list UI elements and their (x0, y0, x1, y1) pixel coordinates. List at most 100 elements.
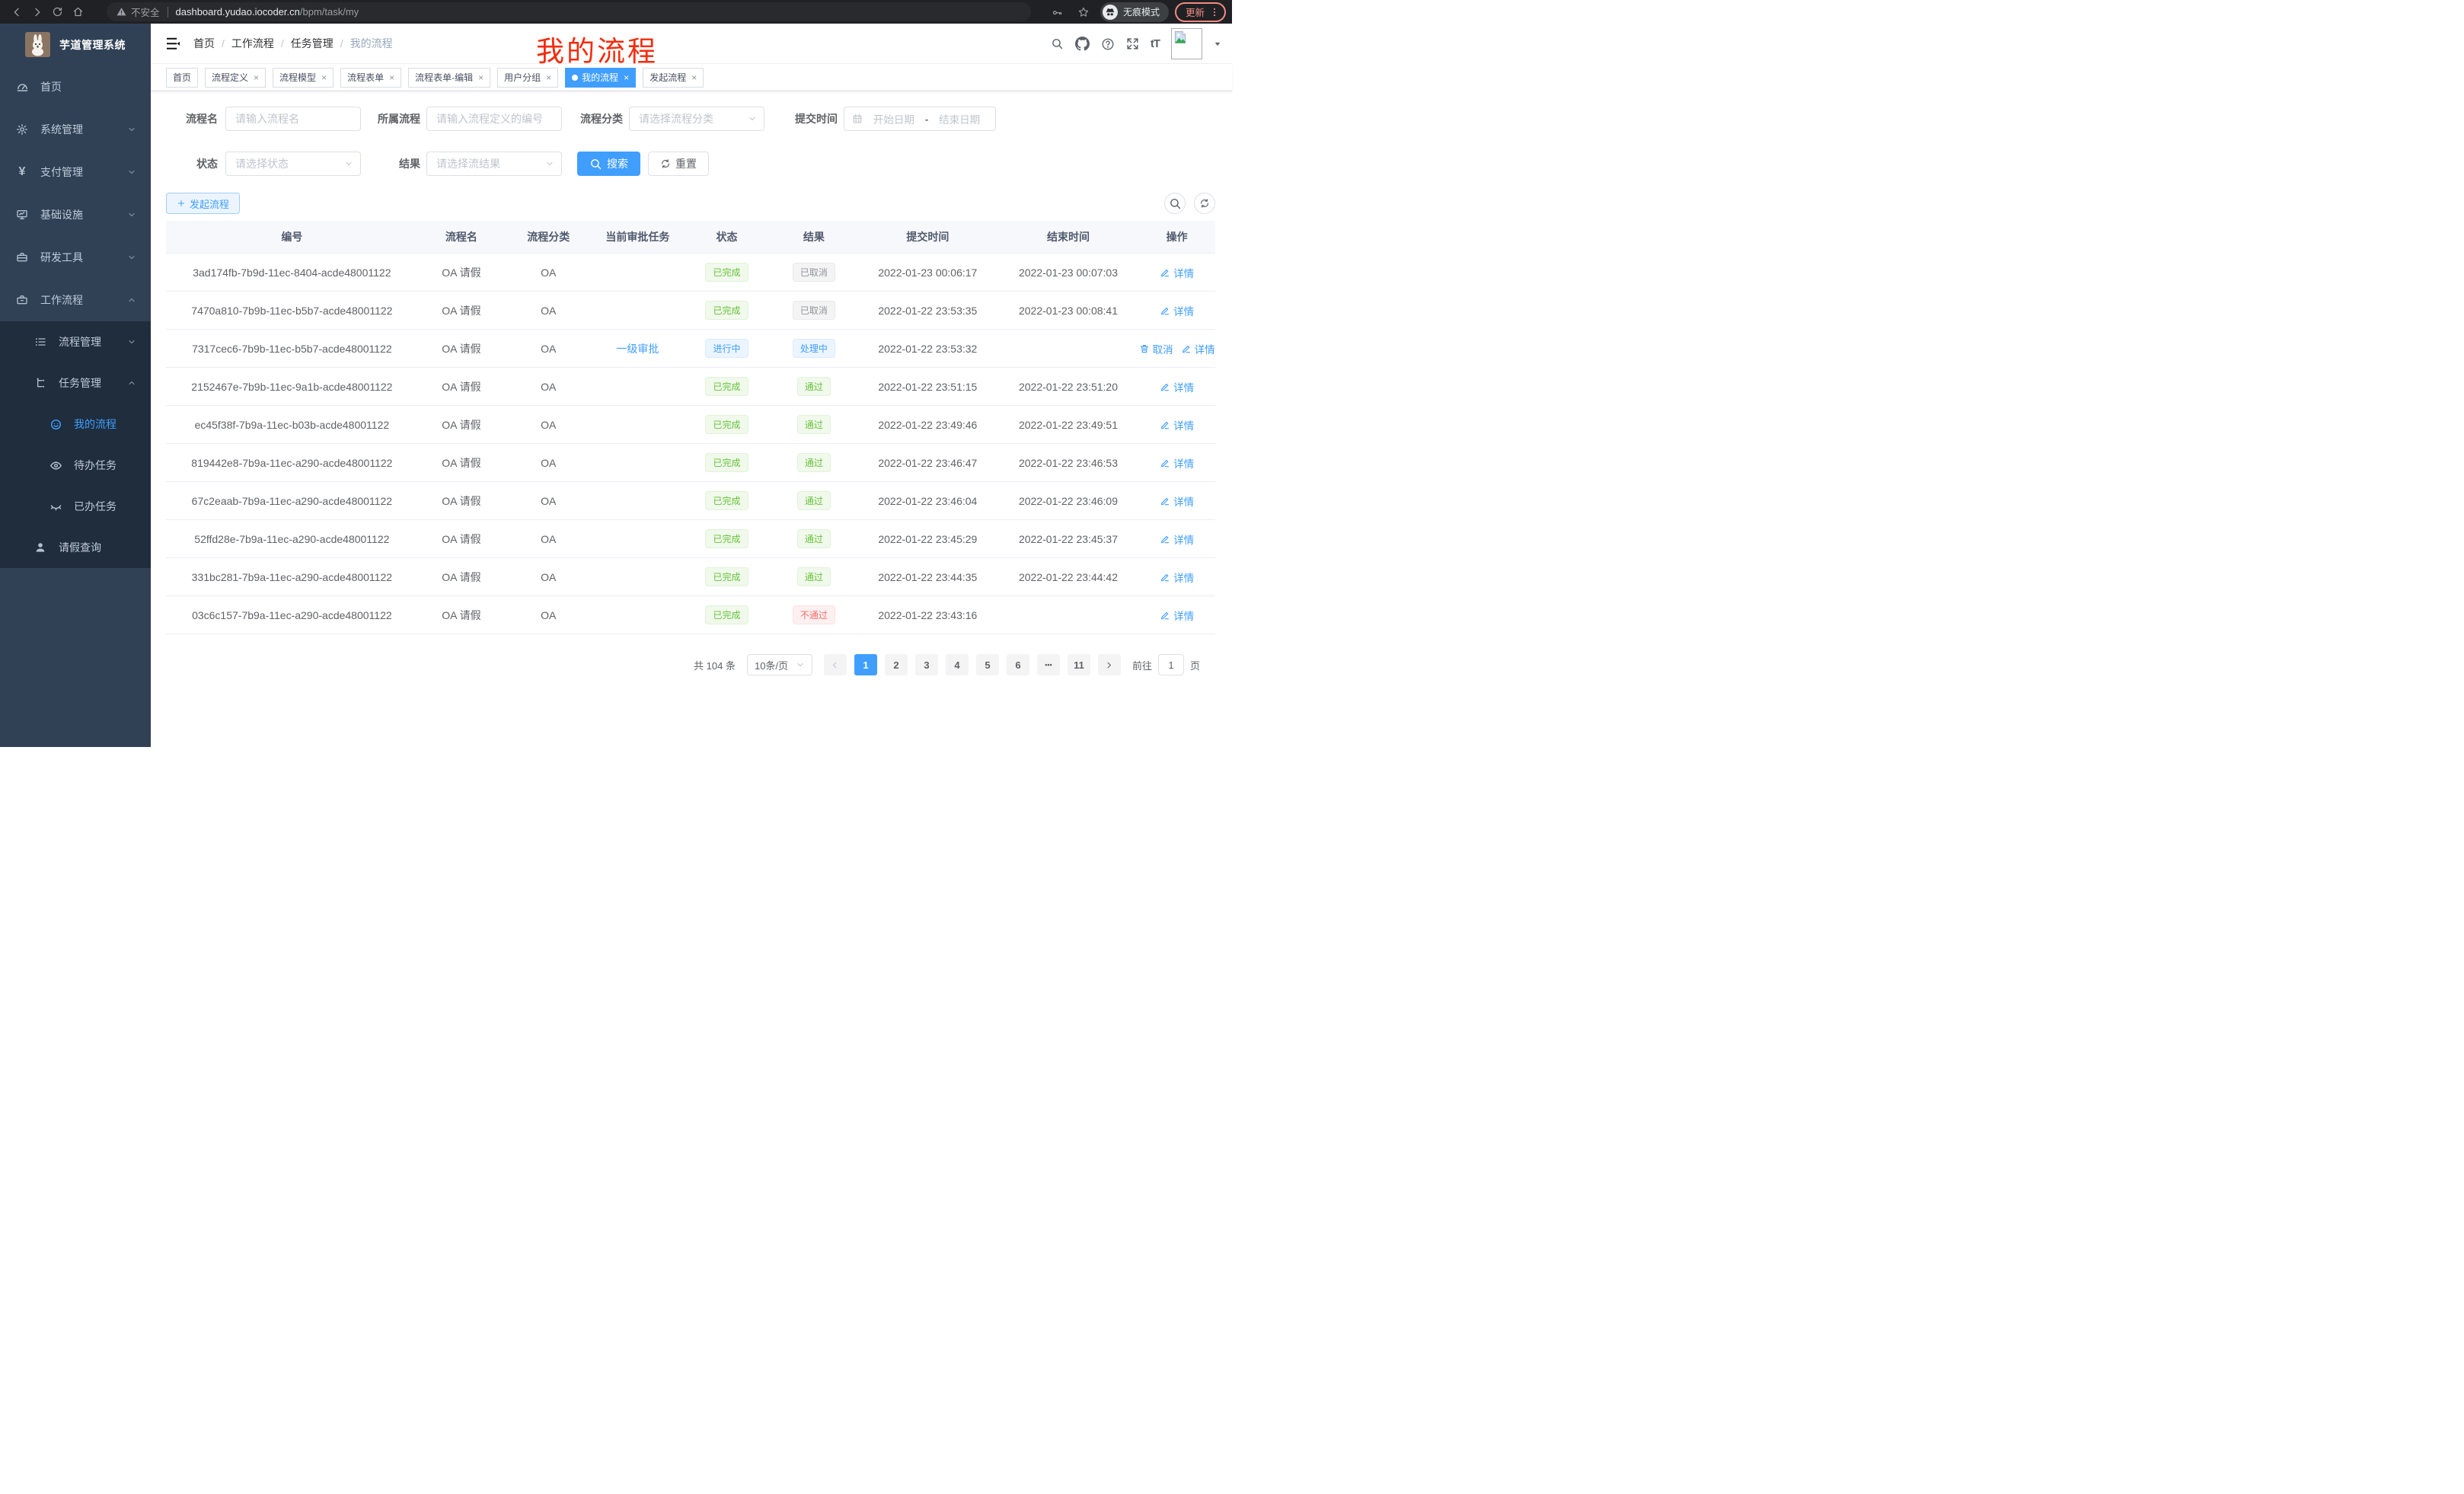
tab-start-process[interactable]: 发起流程× (643, 68, 704, 88)
submit-time: 2022-01-22 23:45:29 (857, 533, 998, 545)
close-icon[interactable]: × (254, 73, 259, 82)
tab-process-form[interactable]: 流程表单× (340, 68, 401, 88)
close-icon[interactable]: × (389, 73, 394, 82)
sidebar-item-leave-query[interactable]: 请假查询 (0, 527, 151, 568)
sidebar-item-infrastructure[interactable]: 基础设施 (0, 193, 151, 236)
page-button-3[interactable]: 3 (915, 654, 938, 675)
close-icon[interactable]: × (624, 73, 629, 82)
process-name: OA 请假 (418, 303, 505, 318)
status-select[interactable] (225, 152, 361, 176)
more-pages-button[interactable]: ••• (1037, 654, 1060, 675)
browser-forward-icon[interactable] (27, 2, 47, 22)
process-name-input-field[interactable] (226, 107, 360, 130)
sidebar-item-payment-management[interactable]: ¥支付管理 (0, 151, 151, 193)
page-button-11[interactable]: 11 (1068, 654, 1090, 675)
close-icon[interactable]: × (321, 73, 327, 82)
sidebar-item-my-process[interactable]: 我的流程 (0, 404, 151, 445)
page-button-5[interactable]: 5 (976, 654, 999, 675)
tab-process-definition[interactable]: 流程定义× (205, 68, 266, 88)
page-button-1[interactable]: 1 (854, 654, 877, 675)
goto-page-input[interactable] (1158, 654, 1184, 675)
sidebar-item-dev-tools[interactable]: 研发工具 (0, 236, 151, 279)
refresh-table-button[interactable] (1194, 193, 1215, 214)
tab-home[interactable]: 首页 (166, 68, 198, 88)
prev-page-button[interactable] (824, 654, 847, 675)
sidebar-item-label: 任务管理 (59, 375, 101, 391)
result-select[interactable] (426, 152, 562, 176)
status-select-field[interactable] (226, 152, 360, 175)
fullscreen-icon[interactable] (1126, 37, 1139, 50)
process-category-select[interactable] (629, 107, 764, 131)
sidebar-item-system-management[interactable]: 系统管理 (0, 108, 151, 151)
help-icon[interactable] (1101, 37, 1115, 51)
browser-back-icon[interactable] (6, 2, 27, 22)
column-header: 当前审批任务 (592, 229, 683, 244)
detail-link[interactable]: 详情 (1160, 265, 1194, 280)
sidebar-item-todo-tasks[interactable]: 待办任务 (0, 445, 151, 486)
cancel-link[interactable]: 取消 (1139, 341, 1173, 356)
page-size-select[interactable]: 10条/页 (747, 654, 812, 675)
detail-link[interactable]: 详情 (1160, 379, 1194, 394)
toggle-search-button[interactable] (1164, 193, 1186, 214)
star-icon[interactable] (1074, 2, 1094, 22)
chevron-down-icon[interactable] (1214, 40, 1221, 48)
sidebar-item-workflow[interactable]: 工作流程 (0, 279, 151, 321)
font-size-icon[interactable]: tT (1151, 37, 1160, 50)
github-icon[interactable] (1075, 37, 1090, 51)
detail-link[interactable]: 详情 (1160, 455, 1194, 471)
action-label: 取消 (1153, 341, 1173, 356)
avatar[interactable] (1171, 28, 1202, 59)
total-count: 共 104 条 (694, 658, 736, 672)
submit-time-range-picker[interactable]: 开始日期 - 结束日期 (844, 107, 996, 131)
page-button-2[interactable]: 2 (885, 654, 908, 675)
task-link[interactable]: 一级审批 (616, 341, 659, 356)
next-page-button[interactable] (1098, 654, 1121, 675)
detail-link[interactable]: 详情 (1181, 341, 1215, 356)
search-icon[interactable] (1051, 37, 1064, 50)
sidebar-item-task-management[interactable]: 任务管理 (0, 362, 151, 404)
refresh-icon (1199, 198, 1210, 209)
actions-cell: 详情 (1138, 455, 1215, 471)
sidebar-item-home[interactable]: 首页 (0, 65, 151, 108)
close-icon[interactable]: × (691, 73, 697, 82)
tab-process-form-edit[interactable]: 流程表单-编辑× (408, 68, 490, 88)
result-select-field[interactable] (427, 152, 561, 175)
tab-user-group[interactable]: 用户分组× (497, 68, 558, 88)
kebab-menu-icon[interactable] (1209, 7, 1220, 18)
detail-link[interactable]: 详情 (1160, 570, 1194, 585)
detail-link[interactable]: 详情 (1160, 608, 1194, 623)
filter-row-1: 流程名 所属流程 流程分类 (166, 107, 1215, 131)
result-cell: 处理中 (771, 339, 857, 358)
detail-link[interactable]: 详情 (1160, 417, 1194, 433)
process-definition-input[interactable] (426, 107, 562, 131)
detail-link[interactable]: 详情 (1160, 532, 1194, 547)
address-bar[interactable]: 不安全 dashboard.yudao.iocoder.cn /bpm/task… (107, 2, 1031, 21)
page-button-6[interactable]: 6 (1007, 654, 1029, 675)
start-process-button[interactable]: 发起流程 (166, 193, 240, 214)
process-definition-input-field[interactable] (427, 107, 561, 130)
tab-my-process[interactable]: 我的流程× (565, 68, 636, 88)
app-logo[interactable]: 芋道管理系统 (0, 24, 151, 65)
reset-button[interactable]: 重置 (648, 152, 709, 176)
close-icon[interactable]: × (546, 73, 551, 82)
breadcrumb-item[interactable]: 任务管理 (291, 36, 334, 51)
search-button[interactable]: 搜索 (577, 152, 640, 176)
hamburger-icon[interactable] (166, 37, 180, 50)
submit-time-label: 提交时间 (784, 111, 844, 126)
browser-home-icon[interactable] (68, 2, 88, 22)
process-category-select-field[interactable] (630, 107, 764, 130)
key-icon[interactable] (1047, 2, 1068, 22)
status-cell: 已完成 (683, 529, 770, 548)
process-name-input[interactable] (225, 107, 361, 131)
detail-link[interactable]: 详情 (1160, 493, 1194, 509)
browser-reload-icon[interactable] (47, 2, 68, 22)
sidebar-item-process-management[interactable]: 流程管理 (0, 321, 151, 362)
breadcrumb-item[interactable]: 首页 (193, 36, 215, 51)
update-button[interactable]: 更新 (1175, 2, 1226, 22)
sidebar-item-done-tasks[interactable]: 已办任务 (0, 486, 151, 527)
close-icon[interactable]: × (478, 73, 484, 82)
breadcrumb-item[interactable]: 工作流程 (231, 36, 274, 51)
page-button-4[interactable]: 4 (946, 654, 969, 675)
detail-link[interactable]: 详情 (1160, 303, 1194, 318)
tab-process-model[interactable]: 流程模型× (273, 68, 334, 88)
